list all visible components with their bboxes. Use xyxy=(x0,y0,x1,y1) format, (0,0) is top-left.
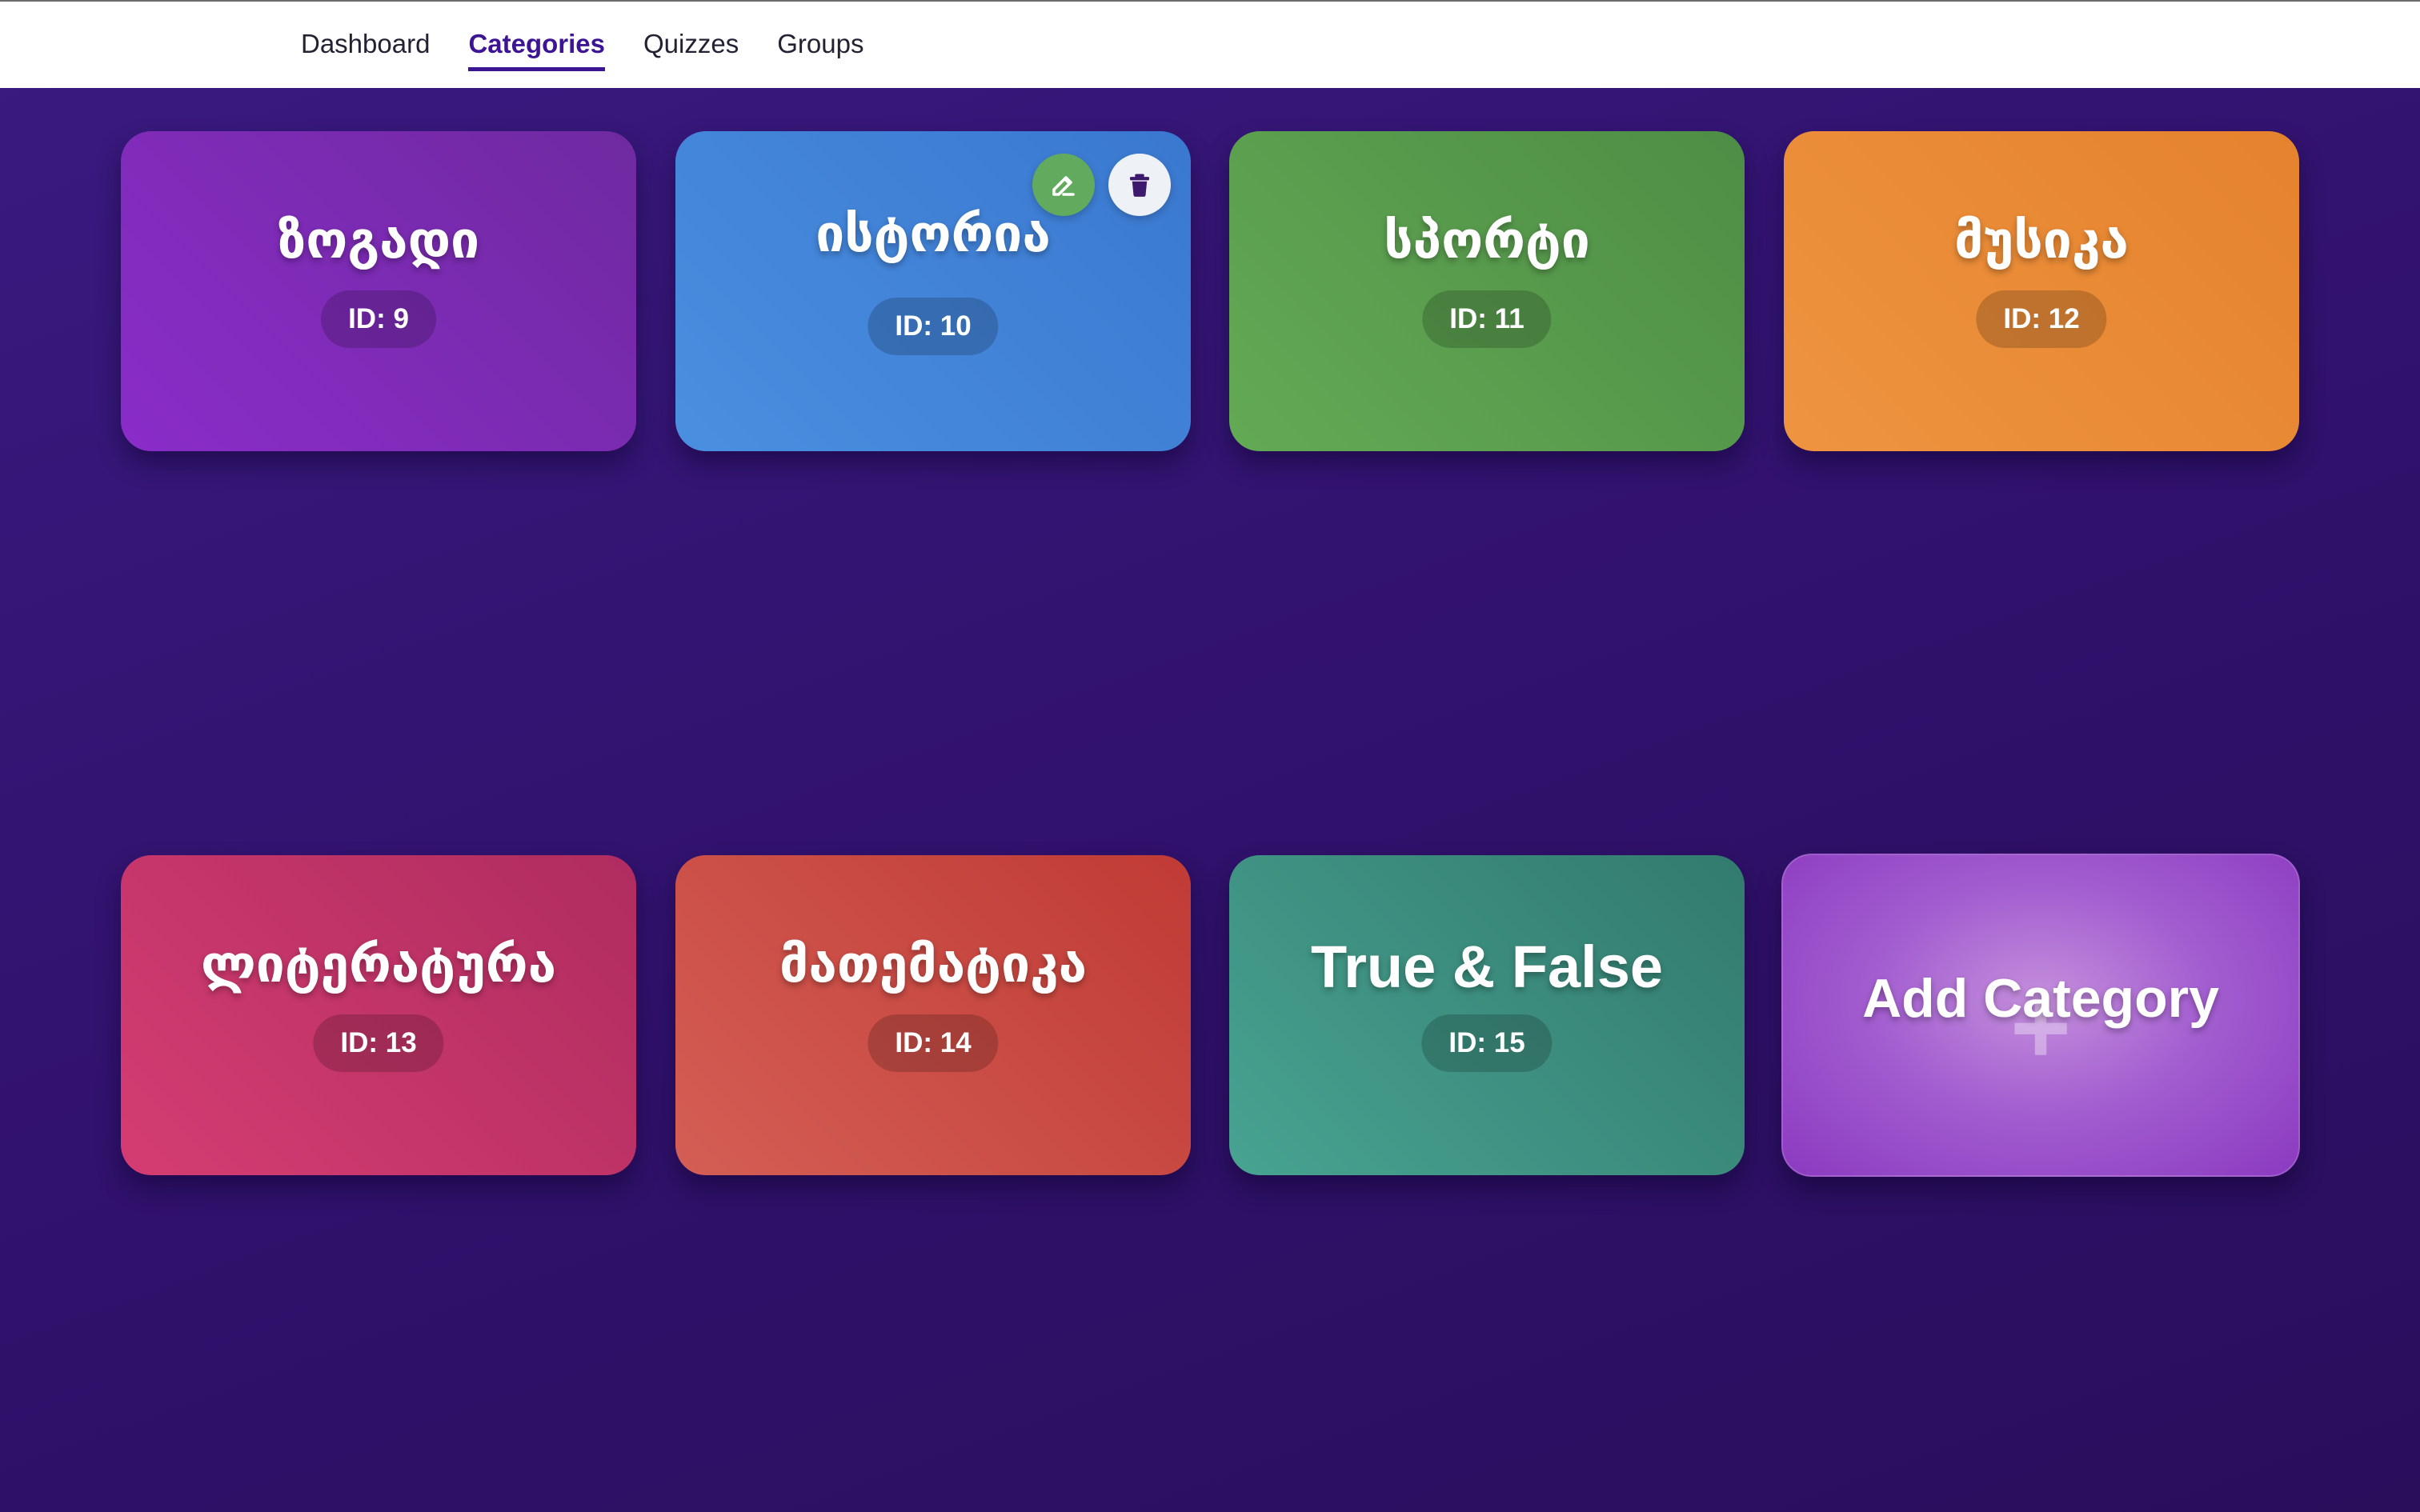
nav-quizzes[interactable]: Quizzes xyxy=(643,29,739,71)
category-id-badge: ID: 15 xyxy=(1421,1014,1553,1072)
category-card[interactable]: True & False ID: 15 xyxy=(1229,855,1745,1175)
category-id-badge: ID: 14 xyxy=(867,1014,999,1072)
category-name: True & False xyxy=(1310,934,1664,1000)
category-name: მათემატიკა xyxy=(779,935,1087,994)
nav-categories[interactable]: Categories xyxy=(468,29,606,71)
trash-icon xyxy=(1129,174,1150,197)
category-name: ზოგადი xyxy=(277,211,480,270)
add-category-card[interactable]: + Add Category xyxy=(1781,854,2300,1177)
pencil-icon xyxy=(1052,176,1075,196)
top-nav-bar: Dashboard Categories Quizzes Groups xyxy=(0,0,2420,88)
category-name: სპორტი xyxy=(1384,211,1590,270)
category-id-badge: ID: 12 xyxy=(1976,290,2107,348)
category-card[interactable]: მათემატიკა ID: 14 xyxy=(675,855,1191,1175)
category-name: ლიტერატურა xyxy=(200,935,557,994)
category-card[interactable]: სპორტი ID: 11 xyxy=(1229,131,1745,451)
category-name: მუსიკა xyxy=(1954,211,2129,270)
category-id-badge: ID: 13 xyxy=(313,1014,444,1072)
main-nav: Dashboard Categories Quizzes Groups xyxy=(301,29,863,71)
nav-groups[interactable]: Groups xyxy=(777,29,863,71)
category-id-badge: ID: 11 xyxy=(1422,290,1552,348)
category-name: ისტორია xyxy=(815,205,1051,264)
category-card[interactable]: მუსიკა ID: 12 xyxy=(1784,131,2299,451)
category-id-badge: ID: 10 xyxy=(867,298,999,355)
category-card[interactable]: ლიტერატურა ID: 13 xyxy=(121,855,636,1175)
nav-dashboard[interactable]: Dashboard xyxy=(301,29,430,71)
category-card[interactable]: ზოგადი ID: 9 xyxy=(121,131,636,451)
category-id-badge: ID: 9 xyxy=(321,290,436,348)
add-category-label: Add Category xyxy=(1862,968,2219,1029)
category-card[interactable]: ისტორია ID: 10 xyxy=(675,131,1191,451)
